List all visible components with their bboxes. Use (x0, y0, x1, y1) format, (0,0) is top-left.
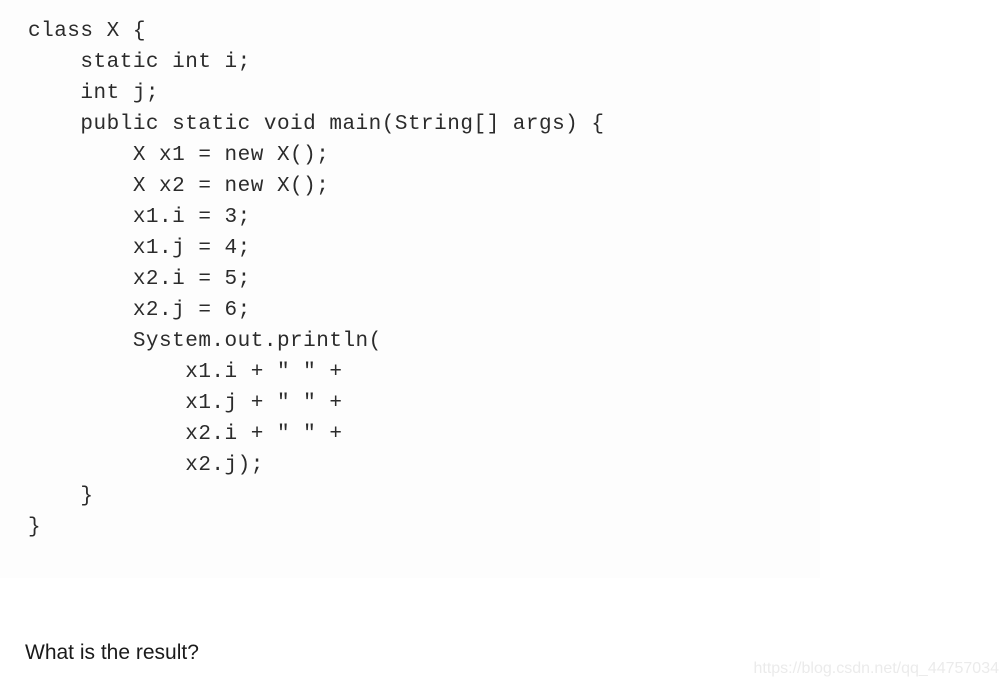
code-line: X x2 = new X(); (28, 175, 330, 198)
code-line: x1.j = 4; (28, 237, 251, 260)
code-line: } (28, 485, 94, 508)
code-line: x2.i = 5; (28, 268, 251, 291)
code-line: x2.j = 6; (28, 299, 251, 322)
code-line: public static void main(String[] args) { (28, 113, 605, 136)
question-text: What is the result? (25, 641, 199, 664)
code-line: x2.i + " " + (28, 423, 343, 446)
code-line: class X { (28, 20, 146, 43)
code-line: x2.j); (28, 454, 264, 477)
code-line: } (28, 516, 42, 539)
code-line: X x1 = new X(); (28, 144, 330, 167)
code-line: static int i; (28, 51, 251, 74)
watermark-text: https://blog.csdn.net/qq_44757034 (753, 660, 999, 677)
code-line: System.out.println( (28, 330, 382, 353)
code-block: class X { static int i; int j; public st… (0, 0, 820, 578)
code-line: int j; (28, 82, 160, 105)
code-line: x1.i + " " + (28, 361, 343, 384)
code-line: x1.i = 3; (28, 206, 251, 229)
code-listing: class X { static int i; int j; public st… (28, 16, 605, 543)
code-line: x1.j + " " + (28, 392, 343, 415)
